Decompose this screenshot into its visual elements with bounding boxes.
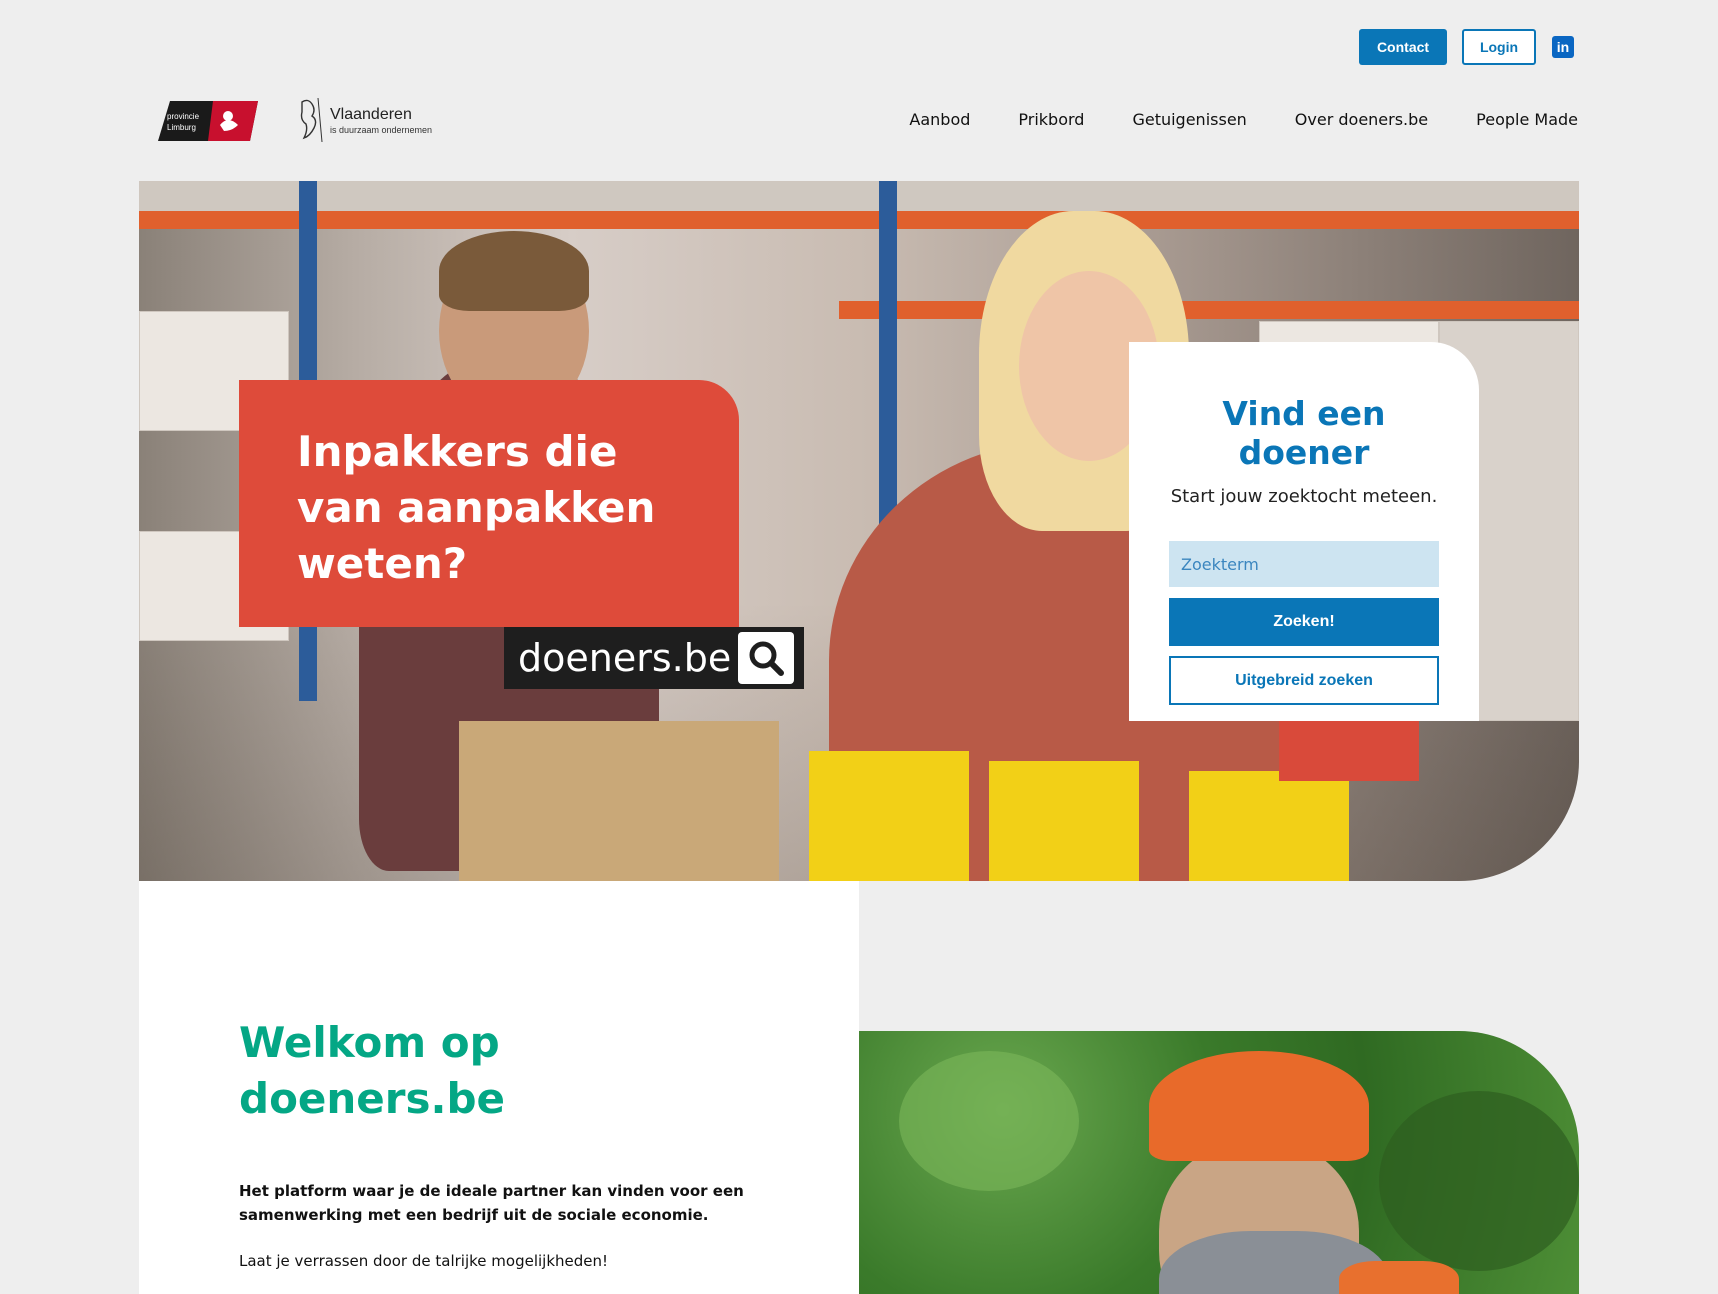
welcome-lead: Het platform waar je de ideale partner k…: [239, 1182, 744, 1224]
advanced-search-button[interactable]: Uitgebreid zoeken: [1169, 656, 1439, 705]
limburg-line2: Limburg: [167, 123, 196, 132]
welcome-title: Welkom op doeners.be: [239, 1018, 506, 1123]
search-title: Vind een doener: [1222, 394, 1386, 472]
vlaanderen-logo[interactable]: Vlaanderen is duurzaam ondernemen: [298, 96, 432, 144]
hero-headline-box: Inpakkers die van aanpakken weten?: [239, 380, 739, 627]
doeners-brand-tag: doeners.be: [504, 627, 804, 689]
contact-button[interactable]: Contact: [1359, 29, 1447, 65]
search-input[interactable]: [1169, 541, 1439, 587]
login-button[interactable]: Login: [1462, 29, 1536, 65]
brand-name: doeners.be: [518, 636, 732, 680]
linkedin-icon[interactable]: in: [1552, 36, 1574, 58]
search-card: Vind een doener Start jouw zoektocht met…: [1129, 342, 1479, 721]
vlaanderen-tagline: is duurzaam ondernemen: [330, 124, 433, 135]
provincie-limburg-logo[interactable]: provincie Limburg: [158, 101, 258, 141]
nav-over-doeners[interactable]: Over doeners.be: [1295, 110, 1428, 129]
main-nav: Aanbod Prikbord Getuigenissen Over doene…: [909, 110, 1578, 129]
magnifier-icon: [738, 632, 794, 684]
nav-prikbord[interactable]: Prikbord: [1018, 110, 1084, 129]
vlaanderen-name: Vlaanderen: [330, 105, 412, 123]
limburg-line1: provincie: [167, 112, 200, 121]
worker-photo: [859, 1031, 1579, 1294]
welcome-section: Welkom op doeners.be Het platform waar j…: [139, 881, 859, 1294]
nav-people-made[interactable]: People Made: [1476, 110, 1578, 129]
nav-aanbod[interactable]: Aanbod: [909, 110, 970, 129]
search-subtitle: Start jouw zoektocht meteen.: [1170, 486, 1438, 507]
flemish-lion-icon: [300, 97, 323, 143]
hero-banner: Inpakkers die van aanpakken weten? doene…: [139, 181, 1579, 881]
search-submit-button[interactable]: Zoeken!: [1169, 598, 1439, 646]
utility-bar: Contact Login in: [1359, 29, 1574, 65]
nav-getuigenissen[interactable]: Getuigenissen: [1132, 110, 1246, 129]
hero-headline: Inpakkers die van aanpakken weten?: [297, 427, 656, 588]
welcome-subtext: Laat je verrassen door de talrijke mogel…: [239, 1252, 609, 1270]
